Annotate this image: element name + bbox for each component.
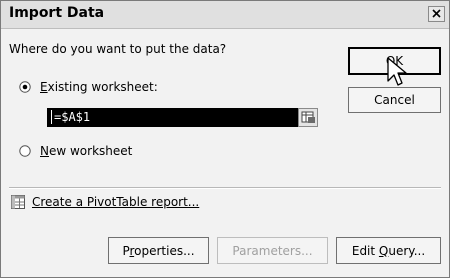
text-caret: [51, 110, 52, 124]
pivottable-icon: [11, 195, 25, 209]
new-worksheet-radio[interactable]: [19, 145, 31, 157]
parameters-button-label: Parameters...: [232, 243, 313, 258]
range-collapse-button[interactable]: [298, 108, 318, 127]
properties-button-label: Properties...: [122, 243, 195, 258]
existing-worksheet-label[interactable]: Existing worksheet:: [40, 80, 158, 94]
parameters-button[interactable]: Parameters...: [217, 237, 328, 264]
ok-button-label: OK: [385, 54, 404, 68]
close-icon: [432, 9, 441, 18]
edit-query-button[interactable]: Edit Query...: [336, 237, 441, 264]
edit-query-button-label: Edit Query...: [351, 243, 426, 258]
import-data-dialog: Import Data Where do you want to put the…: [0, 0, 450, 278]
range-collapse-icon: [301, 111, 315, 123]
cell-reference-input[interactable]: =$A$1: [47, 108, 299, 127]
dialog-title: Import Data: [9, 5, 105, 21]
cancel-button-label: Cancel: [374, 93, 415, 107]
existing-worksheet-radio[interactable]: [19, 81, 31, 93]
properties-button[interactable]: Properties...: [108, 237, 209, 264]
section-divider: [9, 187, 441, 189]
new-worksheet-label[interactable]: New worksheet: [40, 144, 132, 158]
close-button[interactable]: [428, 6, 445, 22]
ok-button[interactable]: OK: [348, 47, 441, 75]
title-bar: Import Data: [1, 1, 449, 29]
create-pivottable-link[interactable]: Create a PivotTable report...: [32, 195, 199, 209]
cell-reference-value: =$A$1: [54, 110, 91, 124]
prompt-text: Where do you want to put the data?: [9, 42, 227, 56]
cancel-button[interactable]: Cancel: [348, 87, 441, 113]
